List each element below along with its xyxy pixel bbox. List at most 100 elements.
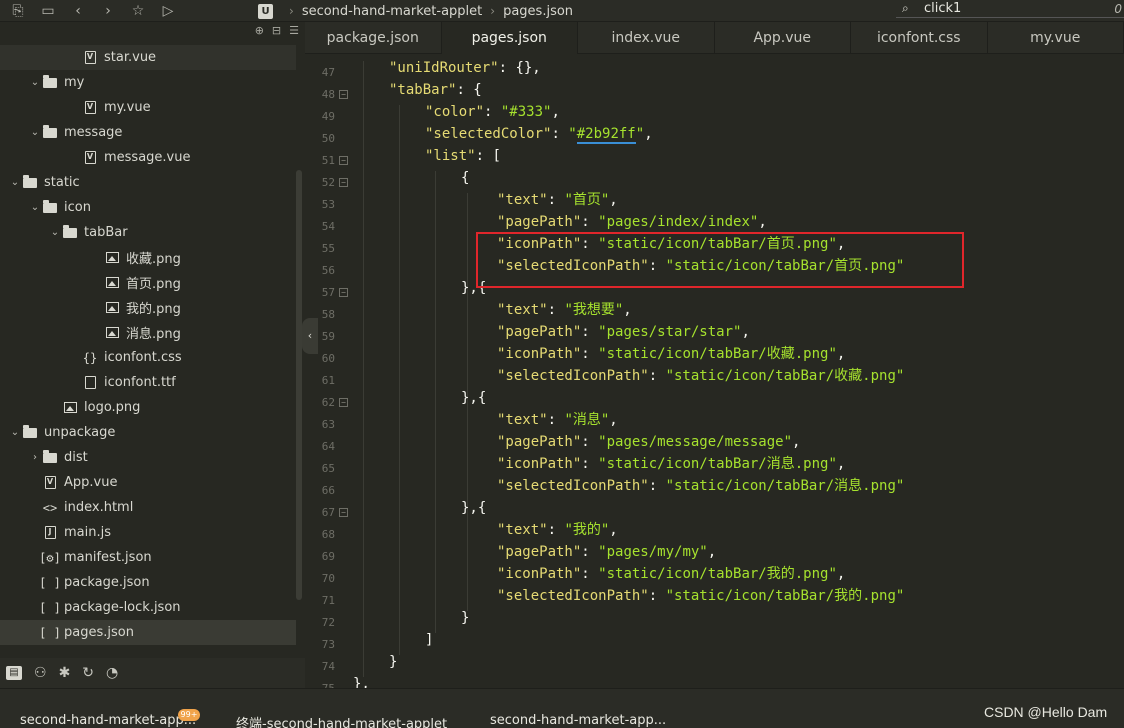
fold-toggle-icon[interactable]: − (339, 178, 348, 187)
tree-item[interactable]: Vmessage.vue (0, 145, 296, 170)
plugin-icon[interactable]: ◔ (106, 665, 118, 681)
chevron-down-icon[interactable]: ⌄ (8, 427, 22, 438)
collapse-sidebar-button[interactable]: ‹ (302, 318, 318, 354)
explorer-icon[interactable]: ▤ (6, 666, 22, 680)
bug-icon[interactable]: ✱ (59, 665, 71, 681)
save-icon[interactable]: ▭ (38, 2, 58, 20)
code-line[interactable]: },{ (461, 497, 486, 519)
code-line[interactable]: "pagePath": "pages/message/message", (497, 431, 800, 453)
tree-item[interactable]: 消息.png (0, 320, 296, 345)
chevron-down-icon[interactable]: ⌄ (48, 227, 62, 238)
code-line[interactable]: "iconPath": "static/icon/tabBar/消息.png", (497, 453, 845, 475)
code-line[interactable]: } (389, 651, 397, 673)
breadcrumb-file[interactable]: pages.json (503, 4, 573, 19)
tree-item[interactable]: [ ] pages.json (0, 620, 296, 645)
code-line[interactable]: } (461, 607, 469, 629)
tree-item[interactable]: V App.vue (0, 470, 296, 495)
tree-item[interactable]: ⌄ tabBar (0, 220, 296, 245)
tree-item[interactable]: ⌄ message (0, 120, 296, 145)
code-line[interactable]: "pagePath": "pages/index/index", (497, 211, 767, 233)
tree-item[interactable]: ⌄ icon (0, 195, 296, 220)
terminal-tab[interactable]: 终端-second-hand-market-applet (236, 713, 447, 728)
chevron-right-icon[interactable]: › (28, 452, 42, 463)
star-icon[interactable]: ☆ (128, 2, 148, 20)
tab-package-json[interactable]: package.json (305, 22, 442, 54)
tab-iconfont-css[interactable]: iconfont.css (851, 22, 988, 54)
tree-item[interactable]: {} iconfont.css (0, 345, 296, 370)
chevron-down-icon[interactable]: ⌄ (8, 177, 22, 188)
tree-item[interactable]: › dist (0, 445, 296, 470)
code-line[interactable]: "iconPath": "static/icon/tabBar/我的.png", (497, 563, 845, 585)
fold-toggle-icon[interactable]: − (339, 398, 348, 407)
breadcrumb-project[interactable]: second-hand-market-applet (302, 4, 482, 19)
tree-item[interactable]: [⚙] manifest.json (0, 545, 296, 570)
code-line[interactable]: "list": [ (425, 145, 501, 167)
new-file-icon[interactable]: ⎘ (8, 2, 28, 20)
tab-pages-json[interactable]: pages.json (441, 22, 578, 54)
code-line[interactable]: "text": "我的", (497, 519, 618, 541)
fold-toggle-icon[interactable]: − (339, 156, 348, 165)
json-file-icon: [ ] (39, 600, 61, 615)
fold-toggle-icon[interactable]: − (339, 90, 348, 99)
sidebar-scrollbar[interactable] (296, 170, 302, 600)
code-line[interactable]: "text": "首页", (497, 189, 618, 211)
code-line[interactable]: "uniIdRouter": {}, (389, 57, 541, 79)
code-line[interactable]: "selectedColor": "#2b92ff", (425, 123, 653, 145)
indent-guide (363, 61, 364, 677)
tree-item-label: 收藏.png (126, 252, 181, 267)
tree-item[interactable]: ⌄ static (0, 170, 296, 195)
tree-item[interactable]: 我的.png (0, 295, 296, 320)
tree-item[interactable]: iconfont.ttf (0, 370, 296, 395)
chevron-down-icon[interactable]: ⌄ (28, 202, 42, 213)
tree-item[interactable]: [ ] package-lock.json (0, 595, 296, 620)
tree-item[interactable]: 首页.png (0, 270, 296, 295)
tab-my-vue[interactable]: my.vue (988, 22, 1124, 54)
code-line[interactable]: }, (353, 673, 370, 688)
search-input[interactable]: ⌕ click1 0 (896, 0, 1124, 18)
console-tab-1[interactable]: second-hand-market-app... (20, 713, 196, 728)
code-editor[interactable]: 47 48−49 50 51−52−53 54 55 56 57−58 59 60 61 62−63 6… (305, 54, 1124, 688)
chevron-down-icon[interactable]: ⌄ (28, 127, 42, 138)
tree-item[interactable]: Vmy.vue (0, 95, 296, 120)
console-tab-2[interactable]: second-hand-market-app... (490, 713, 666, 728)
tree-item[interactable]: 收藏.png (0, 245, 296, 270)
code-line[interactable]: "selectedIconPath": "static/icon/tabBar/… (497, 475, 904, 497)
tree-item[interactable]: logo.png (0, 395, 296, 420)
tree-item[interactable]: ⌄ unpackage (0, 420, 296, 445)
fold-toggle-icon[interactable]: − (339, 288, 348, 297)
code-line[interactable]: "tabBar": { (389, 79, 482, 101)
code-line[interactable]: { (461, 167, 469, 189)
code-line[interactable]: "selectedIconPath": "static/icon/tabBar/… (497, 365, 904, 387)
tree-item-label: 消息.png (126, 327, 181, 342)
tree-item[interactable]: [ ] package.json (0, 570, 296, 595)
chevron-right-icon: › (490, 4, 496, 18)
chevron-down-icon[interactable]: ⌄ (28, 77, 42, 88)
search-value[interactable]: click1 (918, 1, 961, 16)
tab-index-vue[interactable]: index.vue (578, 22, 715, 54)
fold-toggle-icon[interactable]: − (339, 508, 348, 517)
tree-item-label: package.json (64, 575, 150, 590)
line-number: 61 (321, 374, 335, 387)
code-line[interactable]: "text": "我想要", (497, 299, 632, 321)
code-line[interactable]: "color": "#333", (425, 101, 560, 123)
code-line[interactable]: "pagePath": "pages/my/my", (497, 541, 716, 563)
git-icon[interactable]: ↻ (82, 665, 94, 681)
tree-item[interactable]: <> index.html (0, 495, 296, 520)
menu-icon[interactable]: ☰ (289, 24, 299, 37)
code-line[interactable]: "text": "消息", (497, 409, 618, 431)
collapse-all-icon[interactable]: ⊟ (272, 24, 281, 37)
code-line[interactable]: "iconPath": "static/icon/tabBar/收藏.png", (497, 343, 845, 365)
code-line[interactable]: },{ (461, 387, 486, 409)
locate-icon[interactable]: ⊕ (255, 24, 264, 37)
debug-icon[interactable]: ⚇ (34, 665, 47, 681)
tree-item[interactable]: Vstar.vue (0, 45, 296, 70)
tab-App-vue[interactable]: App.vue (715, 22, 851, 54)
back-icon[interactable]: ‹ (68, 2, 88, 20)
code-line[interactable]: "pagePath": "pages/star/star", (497, 321, 750, 343)
run-icon[interactable]: ▷ (158, 2, 178, 20)
forward-icon[interactable]: › (98, 2, 118, 20)
tree-item[interactable]: ⌄ my (0, 70, 296, 95)
code-line[interactable]: "selectedIconPath": "static/icon/tabBar/… (497, 585, 904, 607)
code-line[interactable]: ] (425, 629, 433, 651)
tree-item[interactable]: Jmain.js (0, 520, 296, 545)
